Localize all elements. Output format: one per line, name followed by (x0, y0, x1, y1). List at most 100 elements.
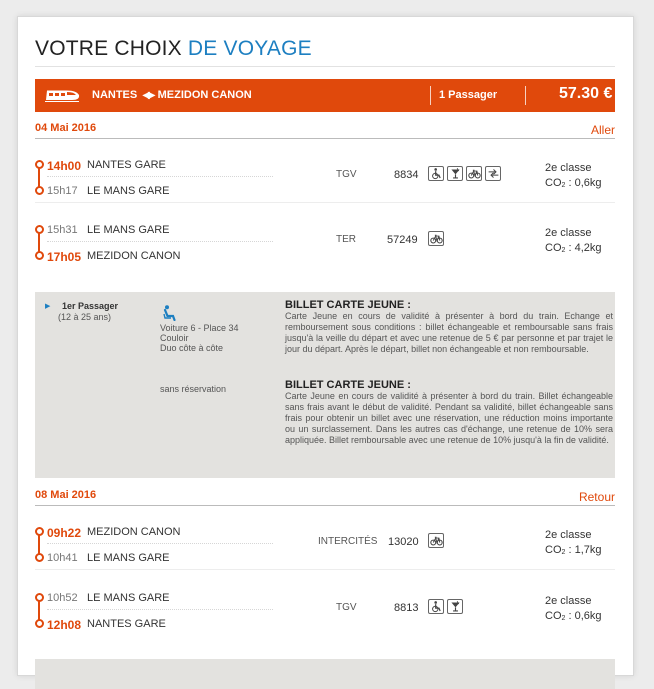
co2-value: : 1,7kg (565, 544, 602, 556)
co2-label: CO (545, 242, 562, 254)
co2-value: : 4,2kg (565, 242, 602, 254)
travel-class-info: 2e classe CO2 : 1,7kg (545, 528, 601, 560)
banner-divider (525, 86, 526, 105)
bike-icon (466, 166, 482, 181)
train-type: INTERCITÉS (318, 536, 378, 547)
fare-title: BILLET CARTE JEUNE : (285, 299, 411, 311)
dotted-divider (47, 241, 273, 242)
travel-class: 2e classe (545, 227, 592, 239)
no-reservation-label: sans réservation (160, 384, 227, 394)
title-divider (35, 66, 615, 67)
wheelchair-icon (428, 599, 444, 614)
return-header: 08 Mai 2016 Retour (35, 489, 615, 506)
return-direction: Retour (578, 490, 615, 504)
fare-text: Carte Jeune en cours de validité à prése… (285, 391, 613, 445)
arrival-time: 10h41 (47, 552, 78, 564)
arrival-time: 15h17 (47, 185, 78, 197)
wheelchair-icon (428, 166, 444, 181)
travel-class-info: 2e classe CO2 : 0,6kg (545, 161, 601, 193)
seat-details: Voiture 6 - Place 34 Couloir Duo côte à … (160, 323, 239, 353)
dotted-divider (47, 176, 273, 177)
dotted-divider (47, 543, 273, 544)
arrival-station: NANTES GARE (87, 618, 166, 630)
arrival-time: 17h05 (47, 250, 82, 264)
arrival-station: LE MANS GARE (87, 185, 170, 197)
segment-divider (35, 569, 615, 570)
destination-city: MEZIDON CANON (157, 89, 252, 101)
departure-dot (35, 593, 44, 602)
travel-class-info: 2e classe CO2 : 0,6kg (545, 594, 601, 626)
outbound-direction: Aller (590, 123, 615, 137)
departure-dot (35, 160, 44, 169)
dotted-divider (47, 609, 273, 610)
co2-label: CO (545, 544, 562, 556)
departure-dot (35, 527, 44, 536)
departure-station: MEZIDON CANON (87, 526, 181, 538)
arrival-dot (35, 251, 44, 260)
train-number: 13020 (388, 536, 419, 548)
page-title-accent: DE VOYAGE (187, 37, 312, 60)
page-title-main: VOTRE CHOIX (35, 37, 188, 60)
outbound-date: 04 Mai 2016 (35, 122, 97, 134)
page-title: VOTRE CHOIX DE VOYAGE (35, 37, 312, 61)
fare-text: Carte Jeune en cours de validité à prése… (285, 311, 613, 354)
bar-icon (447, 599, 463, 614)
co2-emission: CO2 : 4,2kg (545, 241, 601, 258)
return-date: 08 Mai 2016 (35, 489, 97, 501)
service-icons (428, 166, 501, 181)
train-type: TER (336, 234, 356, 245)
return-passenger-details (35, 659, 615, 689)
travel-class: 2e classe (545, 529, 592, 541)
co2-emission: CO2 : 1,7kg (545, 543, 601, 560)
passenger-count: 1 Passager (439, 89, 498, 101)
bidirectional-arrows-icon: ◀▶ (142, 89, 155, 101)
passenger-details: ▶ 1er Passager (12 à 25 ans) Voiture 6 -… (35, 292, 615, 478)
service-icons (428, 231, 444, 246)
departure-station: NANTES GARE (87, 159, 166, 171)
seat-position: Couloir (160, 333, 189, 343)
travel-class: 2e classe (545, 595, 592, 607)
co2-emission: CO2 : 0,6kg (545, 176, 601, 193)
route: NANTES ◀▶ MEZIDON CANON (92, 89, 252, 101)
outbound-segment-1: 14h00 NANTES GARE 15h17 LE MANS GARE TGV… (35, 156, 615, 204)
arrows-icon (485, 166, 501, 181)
journey-banner: NANTES ◀▶ MEZIDON CANON 1 Passager 57.30… (35, 79, 615, 112)
expand-arrow-icon[interactable]: ▶ (45, 302, 50, 310)
service-icons (428, 533, 444, 548)
banner-divider (430, 86, 431, 105)
fare-conditions-outbound: BILLET CARTE JEUNE : Carte Jeune en cour… (285, 299, 613, 355)
departure-time: 15h31 (47, 224, 78, 236)
bike-icon (428, 533, 444, 548)
origin-city: NANTES (92, 89, 138, 101)
arrival-station: MEZIDON CANON (87, 250, 181, 262)
co2-value: : 0,6kg (565, 610, 602, 622)
arrival-time: 12h08 (47, 618, 82, 632)
train-number: 8834 (394, 169, 419, 181)
return-segment-1: 09h22 MEZIDON CANON 10h41 LE MANS GARE I… (35, 523, 615, 571)
co2-label: CO (545, 177, 562, 189)
departure-station: LE MANS GARE (87, 224, 170, 236)
segment-divider (35, 202, 615, 203)
travel-class: 2e classe (545, 162, 592, 174)
trip-summary-card: VOTRE CHOIX DE VOYAGE NANTES ◀▶ MEZIDON … (17, 16, 634, 689)
co2-label: CO (545, 610, 562, 622)
departure-time: 10h52 (47, 592, 78, 604)
service-icons (428, 599, 463, 614)
train-icon (45, 89, 81, 105)
arrival-dot (35, 619, 44, 628)
seat-layout: Duo côte à côte (160, 343, 224, 353)
travel-class-info: 2e classe CO2 : 4,2kg (545, 226, 601, 258)
passenger-name: 1er Passager (62, 301, 119, 311)
bike-icon (428, 231, 444, 246)
co2-value: : 0,6kg (565, 177, 602, 189)
departure-time: 14h00 (47, 159, 82, 173)
seat-icon (163, 305, 177, 323)
departure-station: LE MANS GARE (87, 592, 170, 604)
departure-time: 09h22 (47, 526, 82, 540)
train-number: 57249 (387, 234, 418, 246)
arrival-dot (35, 186, 44, 195)
passenger-age: (12 à 25 ans) (58, 312, 112, 322)
total-price: 57.30 € (559, 85, 613, 102)
train-type: TGV (336, 169, 357, 180)
fare-title: BILLET CARTE JEUNE : (285, 379, 411, 391)
